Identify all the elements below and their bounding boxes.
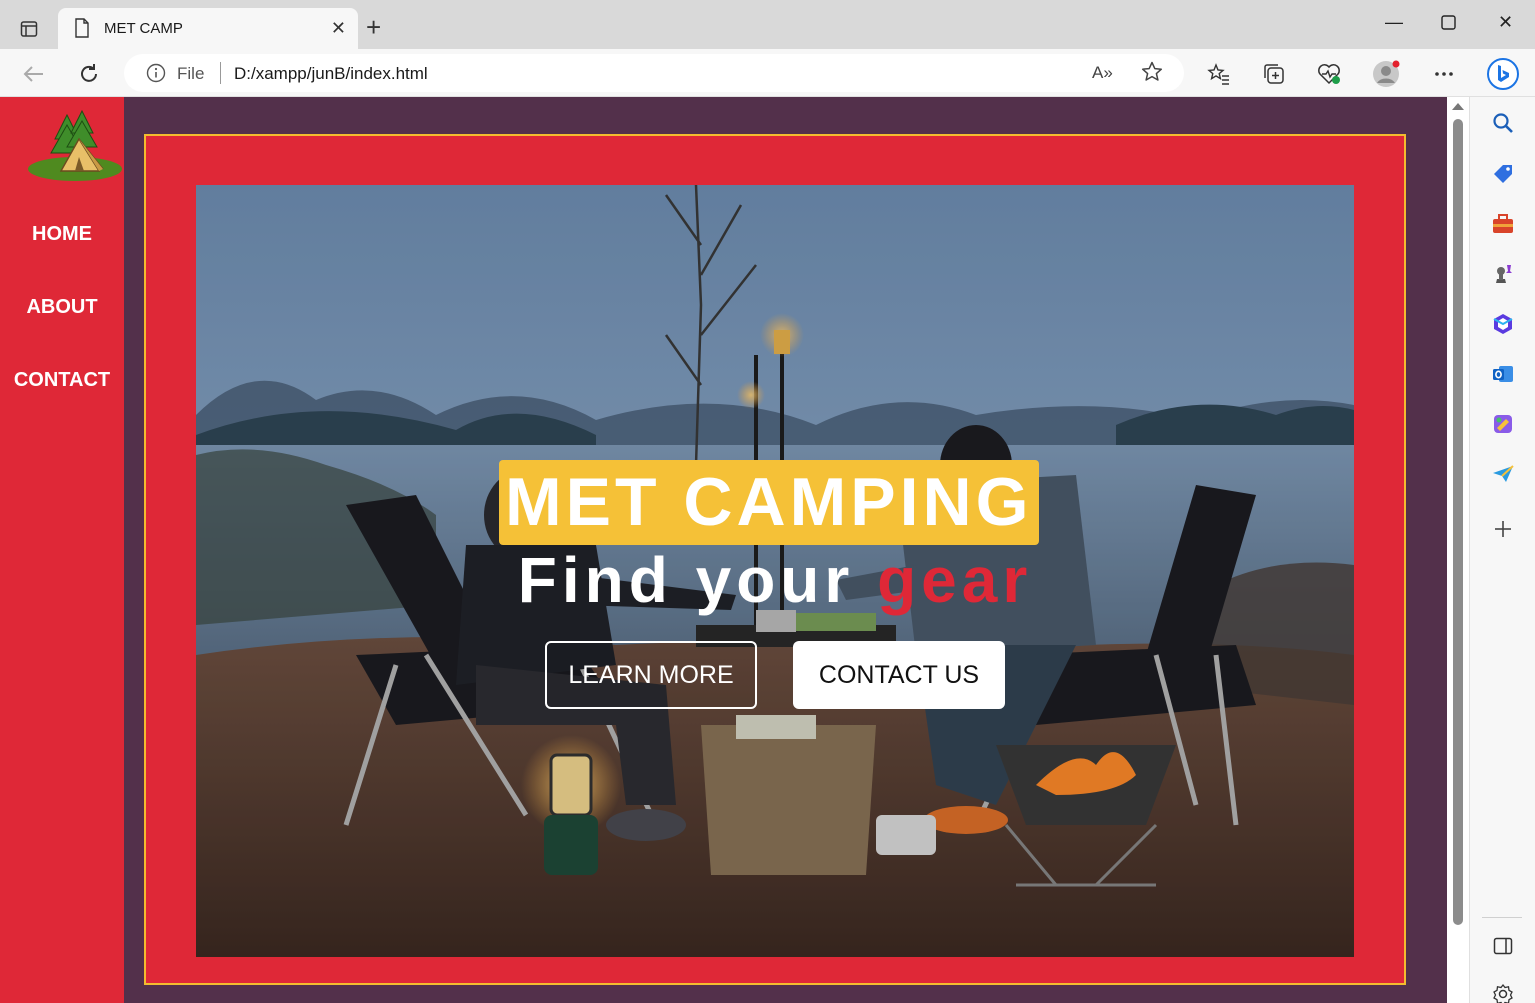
maximize-icon[interactable] [1441,14,1456,35]
bing-copilot-icon[interactable] [1486,57,1520,91]
address-separator [220,62,221,84]
contact-us-button[interactable]: CONTACT US [793,641,1005,709]
sidebar-divider [1482,917,1522,918]
read-aloud-icon[interactable]: A» [1092,63,1113,83]
hide-sidebar-icon[interactable] [1489,932,1517,960]
settings-gear-icon[interactable] [1489,980,1517,1003]
games-chess-icon[interactable] [1489,260,1517,288]
add-sidebar-app-icon[interactable] [1489,515,1517,543]
edge-sidebar [1469,97,1535,1003]
collections-icon[interactable] [1260,60,1288,88]
close-window-icon[interactable]: ✕ [1498,12,1513,33]
nav-about[interactable]: ABOUT [0,296,124,319]
outlook-icon[interactable] [1489,360,1517,388]
profile-avatar[interactable] [1372,60,1400,88]
back-icon[interactable] [19,59,49,89]
hero-subtitle: Find your gear [196,543,1354,617]
hero-subtitle-accent: gear [877,544,1033,616]
search-icon[interactable] [1489,109,1517,137]
scroll-up-arrow-icon[interactable] [1452,103,1464,110]
hero-photo: MET CAMPING Find your gear LEARN MORE CO… [196,185,1354,957]
new-tab-icon[interactable]: + [366,14,381,40]
hero-subtitle-main: Find your [517,544,855,616]
page-icon [74,18,90,43]
page-scrollbar[interactable] [1447,97,1469,1003]
tools-briefcase-icon[interactable] [1489,210,1517,238]
address-url[interactable]: D:/xampp/junB/index.html [234,64,428,84]
tab-bar: MET CAMP ✕ + — ✕ [0,0,1535,49]
browser-tab[interactable]: MET CAMP ✕ [58,8,358,49]
address-scheme: File [177,64,205,83]
refresh-icon[interactable] [74,59,104,89]
microsoft-365-icon[interactable] [1489,310,1517,338]
tab-title: MET CAMP [104,20,183,37]
send-telegram-icon[interactable] [1489,460,1517,488]
shopping-tag-icon[interactable] [1489,160,1517,188]
browser-essentials-icon[interactable] [1315,60,1343,88]
address-bar[interactable]: File D:/xampp/junB/index.html A» [124,54,1184,92]
scroll-thumb[interactable] [1453,119,1463,925]
tab-actions-icon[interactable] [14,14,44,44]
learn-more-button[interactable]: LEARN MORE [545,641,757,709]
browser-toolbar: File D:/xampp/junB/index.html A» [0,49,1535,97]
designer-icon[interactable] [1489,410,1517,438]
hero-title: MET CAMPING [499,460,1039,545]
site-nav: HOME ABOUT CONTACT [0,97,124,1003]
nav-contact[interactable]: CONTACT [0,369,124,392]
favorites-icon[interactable] [1205,60,1233,88]
info-icon[interactable] [146,63,166,88]
minimize-icon[interactable]: — [1385,12,1403,33]
favorite-star-icon[interactable] [1140,60,1164,89]
web-page: HOME ABOUT CONTACT MET CAMPING Find your… [0,97,1447,1003]
hero-frame: MET CAMPING Find your gear LEARN MORE CO… [144,134,1406,985]
camp-logo [27,109,125,185]
close-tab-icon[interactable]: ✕ [331,19,346,37]
more-menu-icon[interactable] [1430,60,1458,88]
nav-home[interactable]: HOME [0,223,124,246]
